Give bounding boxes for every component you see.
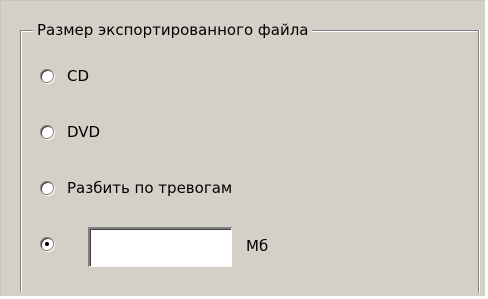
groupbox-title: Размер экспортированного файла <box>33 19 313 41</box>
radio-button[interactable] <box>40 125 54 139</box>
size-unit-label: Мб <box>246 237 269 255</box>
radio-button[interactable] <box>40 181 54 195</box>
radio-label: DVD <box>67 123 101 141</box>
radio-button[interactable] <box>40 237 54 251</box>
radio-label: Разбить по тревогам <box>67 179 233 197</box>
radio-label: CD <box>67 67 90 85</box>
radio-option-split-by-alarms[interactable]: Разбить по тревогам <box>40 176 232 200</box>
radio-option-custom-size[interactable] <box>40 232 54 256</box>
custom-size-input[interactable] <box>88 227 232 267</box>
radio-button[interactable] <box>40 69 54 83</box>
radio-option-cd[interactable]: CD <box>40 64 89 88</box>
radio-option-dvd[interactable]: DVD <box>40 120 100 144</box>
